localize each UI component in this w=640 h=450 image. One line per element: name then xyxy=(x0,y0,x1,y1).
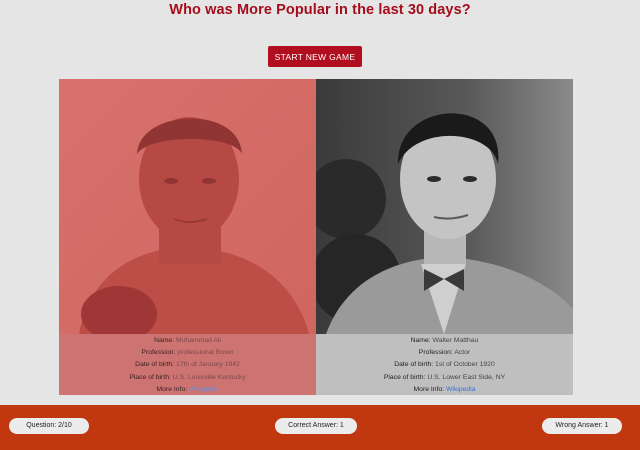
dob-label: Date of birth: xyxy=(394,361,434,369)
start-new-game-button[interactable]: START NEW GAME xyxy=(268,46,362,67)
name-label: Name: xyxy=(410,337,431,344)
candidate-profession: professional Boxer xyxy=(177,349,234,357)
wikipedia-link-right[interactable]: Wikipedia xyxy=(446,386,475,393)
profession-label: Profession: xyxy=(418,349,453,357)
correct-answer-counter: Correct Answer: 1 xyxy=(275,418,357,434)
candidate-photo-right xyxy=(316,79,573,334)
candidate-pob: U.S. Lower East Side, NY xyxy=(427,373,506,381)
more-info-label: More Info: xyxy=(413,385,445,393)
pob-label: Place of birth: xyxy=(129,373,171,381)
wikipedia-link-left[interactable]: Wikipedia xyxy=(189,386,218,393)
candidate-name: Walter Matthau xyxy=(432,337,479,344)
dob-label: Date of birth: xyxy=(135,361,175,369)
score-footer: Question: 2/10 Correct Answer: 1 Wrong A… xyxy=(0,405,640,450)
more-info-label: More Info: xyxy=(156,385,188,393)
candidate-pob: U.S. Louisville Kentucky xyxy=(172,373,246,381)
candidate-photo-left xyxy=(59,79,316,334)
candidate-card-left[interactable]: Name: Muhammad Ali Profession: professio… xyxy=(59,79,316,395)
wrong-answer-counter: Wrong Answer: 1 xyxy=(542,418,622,434)
candidate-dob: 17th of January 1942 xyxy=(175,361,240,369)
candidate-info-right: Name: Walter Matthau Profession: Actor D… xyxy=(316,334,573,395)
candidate-card-right[interactable]: Name: Walter Matthau Profession: Actor D… xyxy=(316,79,573,395)
candidate-cards: Name: Muhammad Ali Profession: professio… xyxy=(59,79,573,395)
candidate-info-left: Name: Muhammad Ali Profession: professio… xyxy=(59,334,316,395)
candidate-dob: 1st of October 1920 xyxy=(435,361,495,369)
pob-label: Place of birth: xyxy=(383,373,426,381)
profession-label: Profession: xyxy=(141,349,176,357)
candidate-name: Muhammad Ali xyxy=(175,337,221,344)
name-label: Name: xyxy=(154,337,175,344)
candidate-profession: Actor xyxy=(454,349,471,357)
question-counter: Question: 2/10 xyxy=(9,418,89,434)
page-title: Who was More Popular in the last 30 days… xyxy=(169,2,471,18)
